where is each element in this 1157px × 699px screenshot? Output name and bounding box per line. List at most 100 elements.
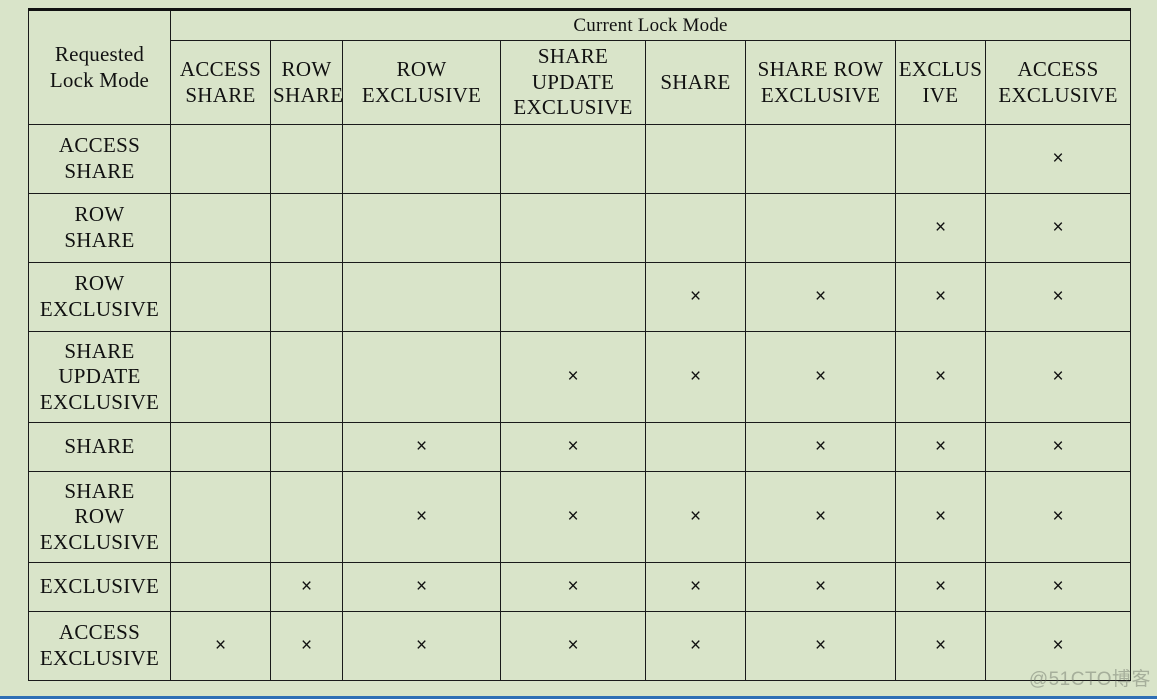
conflict-cell-exclusive--row-exclusive: × — [342, 562, 501, 612]
row-header-line: ACCESS — [58, 620, 141, 645]
empty-cell-row-share--access-share — [170, 193, 271, 263]
lock-conflict-table: Requested Lock Mode Current Lock Mode AC… — [28, 7, 1132, 681]
table-row: SHARE ROW EXCLUSIVE × × × × × × — [28, 471, 1132, 563]
empty-cell-access-share--share — [645, 124, 746, 194]
table-row: EXCLUSIVE × × × × × × × — [28, 562, 1132, 612]
empty-cell-row-share--row-exclusive — [342, 193, 501, 263]
conflict-cell-row-exclusive--share: × — [645, 262, 746, 332]
empty-cell-exclusive--access-share — [170, 562, 271, 612]
conflict-mark-icon: × — [689, 576, 702, 598]
conflict-mark-icon: × — [934, 436, 947, 458]
conflict-cell-share-update-exclusive--exclusive: × — [895, 331, 986, 423]
column-header-line: ACCESS — [1017, 56, 1099, 81]
conflict-mark-icon: × — [300, 576, 313, 598]
conflict-mark-icon: × — [689, 286, 702, 308]
conflict-mark-icon: × — [567, 635, 579, 657]
empty-cell-access-share--access-share — [170, 124, 271, 194]
table-row: ACCESS SHARE × — [28, 124, 1132, 194]
conflict-mark-icon: × — [1052, 286, 1064, 308]
conflict-cell-access-exclusive--row-share: × — [270, 611, 343, 681]
column-header-share-row-exclusive: SHARE ROW EXCLUSIVE — [745, 40, 896, 125]
lock-conflict-table-container: Requested Lock Mode Current Lock Mode AC… — [28, 7, 1132, 681]
empty-cell-row-share--row-share — [270, 193, 343, 263]
row-header-line: EXCLUSIVE — [39, 389, 160, 414]
row-header-line: ROW — [74, 202, 125, 227]
row-header-exclusive: EXCLUSIVE — [28, 562, 171, 612]
table-body: ACCESS SHARE × ROW SHARE × × ROW EXCLUSIVE × × × × SH… — [28, 124, 1132, 681]
stub-corner-header: Requested Lock Mode — [28, 8, 171, 125]
column-header-row-exclusive: ROW EXCLUSIVE — [342, 40, 501, 125]
stub-label-line-2: Lock Mode — [49, 67, 150, 92]
column-header-line: EXCLUSIVE — [998, 82, 1118, 107]
row-header-share: SHARE — [28, 422, 171, 472]
column-header-line: EXCLUSIVE — [361, 82, 482, 107]
empty-cell-share-update-exclusive--row-exclusive — [342, 331, 501, 423]
conflict-cell-access-share--access-exclusive: × — [984, 124, 1132, 194]
row-header-line: EXCLUSIVE — [39, 529, 160, 554]
empty-cell-access-share--share-row-exclusive — [745, 124, 896, 194]
row-header-row-exclusive: ROW EXCLUSIVE — [28, 262, 171, 332]
conflict-cell-row-share--access-exclusive: × — [984, 193, 1132, 263]
group-header-current-lock-mode: Current Lock Mode — [169, 7, 1132, 42]
row-header-share-update-exclusive: SHARE UPDATE EXCLUSIVE — [28, 331, 171, 423]
conflict-mark-icon: × — [1052, 576, 1064, 598]
column-header-share-update-exclusive: SHARE UPDATE EXCLUSIVE — [500, 40, 646, 125]
conflict-mark-icon: × — [1052, 635, 1064, 657]
column-header-line: SHARE — [273, 82, 344, 107]
conflict-cell-exclusive--share: × — [645, 562, 746, 612]
conflict-cell-row-exclusive--share-row-exclusive: × — [745, 262, 896, 332]
table-head: Requested Lock Mode Current Lock Mode AC… — [28, 7, 1132, 125]
conflict-cell-access-exclusive--access-share: × — [170, 611, 271, 681]
conflict-cell-share-row-exclusive--row-exclusive: × — [342, 471, 501, 563]
conflict-cell-share-update-exclusive--access-exclusive: × — [984, 331, 1132, 423]
conflict-cell-row-exclusive--exclusive: × — [895, 262, 986, 332]
conflict-mark-icon: × — [415, 436, 428, 458]
conflict-mark-icon: × — [300, 635, 313, 657]
conflict-mark-icon: × — [814, 286, 827, 308]
conflict-cell-access-exclusive--share-row-exclusive: × — [745, 611, 896, 681]
table-row: ACCESS EXCLUSIVE × × × × × × × × — [28, 611, 1132, 681]
column-header-row-share: ROW SHARE — [270, 40, 344, 125]
row-header-line: SHARE — [64, 159, 135, 183]
row-header-access-exclusive: ACCESS EXCLUSIVE — [28, 611, 171, 681]
conflict-cell-share-update-exclusive--share-update-exclusive: × — [500, 331, 646, 423]
conflict-cell-exclusive--exclusive: × — [895, 562, 986, 612]
conflict-mark-icon: × — [814, 506, 827, 528]
conflict-mark-icon: × — [814, 436, 827, 458]
conflict-mark-icon: × — [1052, 436, 1064, 458]
row-header-line: SHARE — [64, 338, 135, 363]
conflict-mark-icon: × — [567, 576, 579, 598]
conflict-cell-access-exclusive--share: × — [645, 611, 746, 681]
empty-cell-share--share — [645, 422, 746, 472]
row-header-line: EXCLUSIVE — [39, 297, 160, 321]
conflict-cell-share--access-exclusive: × — [984, 422, 1132, 472]
column-header-line: SHARE ROW — [757, 56, 884, 81]
column-header-row: ACCESS SHARE ROW SHARE ROW EXCLUSIVE SHARE UPDA… — [29, 40, 1132, 125]
column-header-line: SHARE — [185, 82, 256, 107]
conflict-mark-icon: × — [415, 506, 428, 528]
row-header-line: SHARE — [64, 228, 135, 252]
conflict-cell-share-update-exclusive--share-row-exclusive: × — [745, 331, 896, 423]
conflict-mark-icon: × — [934, 506, 947, 528]
empty-cell-share-update-exclusive--row-share — [270, 331, 343, 423]
conflict-cell-access-exclusive--exclusive: × — [895, 611, 986, 681]
column-header-line: ROW — [281, 56, 332, 81]
row-header-line: SHARE — [64, 478, 135, 503]
conflict-mark-icon: × — [814, 366, 827, 388]
group-header-row: Requested Lock Mode Current Lock Mode — [28, 7, 1132, 125]
conflict-cell-row-share--exclusive: × — [895, 193, 986, 263]
conflict-cell-access-exclusive--row-exclusive: × — [342, 611, 501, 681]
conflict-cell-row-exclusive--access-exclusive: × — [984, 262, 1132, 332]
conflict-cell-share-row-exclusive--access-exclusive: × — [984, 471, 1132, 563]
conflict-mark-icon: × — [934, 366, 947, 388]
conflict-cell-exclusive--row-share: × — [270, 562, 343, 612]
empty-cell-share-update-exclusive--access-share — [170, 331, 271, 423]
conflict-mark-icon: × — [1052, 148, 1064, 170]
row-header-access-share: ACCESS SHARE — [28, 124, 171, 194]
table-row: SHARE UPDATE EXCLUSIVE × × × × × — [28, 331, 1132, 423]
conflict-mark-icon: × — [567, 366, 579, 388]
conflict-mark-icon: × — [934, 576, 947, 598]
empty-cell-access-share--exclusive — [895, 124, 986, 194]
conflict-mark-icon: × — [1052, 506, 1064, 528]
empty-cell-share--row-share — [270, 422, 343, 472]
